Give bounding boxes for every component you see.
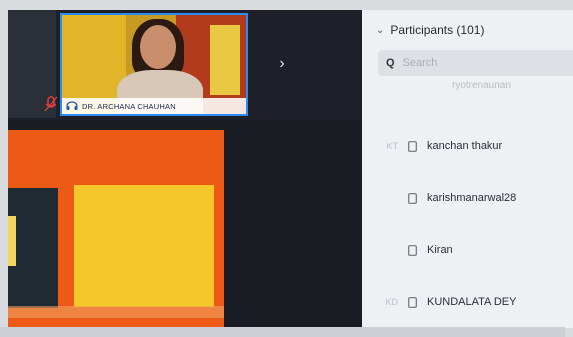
participants-search[interactable]: Q [378, 50, 573, 76]
phone-icon [408, 192, 417, 204]
phone-icon [408, 244, 417, 256]
slide-bottom-band [8, 306, 224, 318]
participant-list: KT kanchan thakur karishmanarwal28 Kiran… [362, 123, 573, 328]
active-speaker-video-tile[interactable]: DR. ARCHANA CHAUHAN [60, 13, 248, 116]
muted-mic-icon [44, 96, 58, 112]
participant-name: karishmanarwal28 [427, 192, 517, 204]
participant-name: kanchan thakur [427, 140, 503, 152]
chevron-down-icon[interactable]: ⌄ [376, 25, 384, 36]
phone-icon [408, 296, 417, 308]
participant-row[interactable]: Kiran [362, 224, 573, 276]
participants-header[interactable]: ⌄ Participants (101) [362, 10, 573, 50]
participant-name: KUNDALATA DEY [427, 296, 517, 308]
participant-initials: KD [385, 297, 398, 307]
participant-name: Kiran [427, 244, 453, 256]
video-strip: DR. ARCHANA CHAUHAN › [8, 10, 362, 120]
speaker-face [140, 25, 176, 69]
participant-row[interactable]: karishmanarwal28 [362, 172, 573, 224]
participant-row[interactable]: KD KUNDALATA DEY [362, 276, 573, 328]
search-input[interactable] [402, 57, 553, 69]
search-icon: Q [386, 57, 395, 69]
speaker-name-label: DR. ARCHANA CHAUHAN [82, 101, 176, 111]
slide-yellow-block [74, 185, 214, 307]
participants-panel: ⌄ Participants (101) Q ryotrenaunan KT k… [362, 10, 573, 328]
name-bar: DR. ARCHANA CHAUHAN [62, 98, 246, 114]
clipped-participant-row: ryotrenaunan [452, 80, 511, 91]
phone-icon [408, 140, 417, 152]
slide-letter-fragment [8, 216, 16, 266]
audio-icon [66, 101, 78, 110]
shared-screen-slide [8, 130, 224, 328]
next-videos-button[interactable]: › [272, 54, 292, 74]
participant-initials: KT [386, 141, 398, 151]
meeting-area: DR. ARCHANA CHAUHAN › [8, 10, 362, 328]
bottom-bezel [0, 327, 565, 337]
video-background-shelf [210, 25, 240, 95]
participants-title: Participants (101) [390, 23, 485, 37]
screen: DR. ARCHANA CHAUHAN › ⌄ Participants (10… [8, 10, 573, 328]
participant-row[interactable]: KT kanchan thakur [362, 120, 573, 172]
